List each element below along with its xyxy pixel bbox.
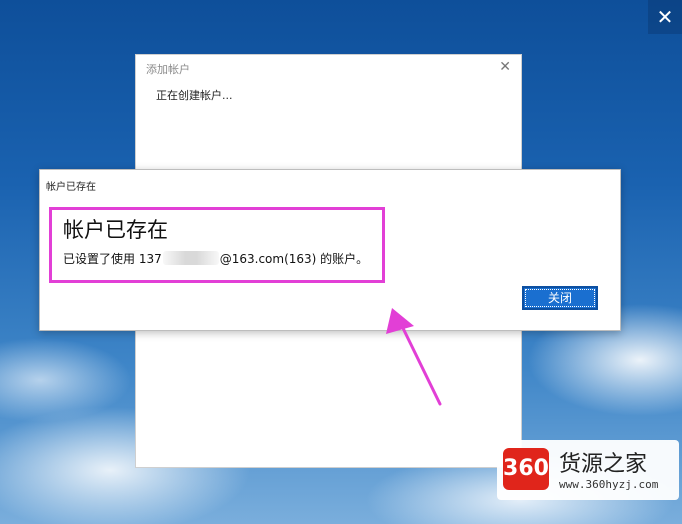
account-exists-dialog: 帐户已存在 帐户已存在 已设置了使用 137 @163.com(163) 的账户。…	[39, 169, 621, 331]
watermark-name: 货源之家	[559, 452, 648, 477]
close-button[interactable]: 关闭	[522, 286, 598, 310]
highlight-box: 帐户已存在 已设置了使用 137 @163.com(163) 的账户。	[49, 207, 385, 283]
message-body-prefix: 已设置了使用 137	[63, 252, 162, 266]
creating-account-status: 正在创建帐户...	[156, 89, 233, 102]
message-body: 已设置了使用 137 @163.com(163) 的账户。	[63, 250, 368, 267]
message-body-suffix: @163.com(163) 的账户。	[219, 252, 369, 266]
redacted-number	[162, 251, 219, 265]
account-exists-dialog-title: 帐户已存在	[46, 182, 96, 193]
watermark-url: www.360hyzj.com	[559, 478, 659, 491]
desktop-background: ✕ 添加帐户 ✕ 正在创建帐户... 帐户已存在 帐户已存在 已设置了使用 13…	[0, 0, 682, 524]
watermark-logo: 360	[503, 448, 549, 490]
add-account-close-icon[interactable]: ✕	[499, 59, 511, 75]
screen-close-icon[interactable]: ✕	[648, 0, 682, 34]
add-account-dialog-title: 添加帐户	[146, 63, 190, 76]
message-heading: 帐户已存在	[63, 218, 168, 242]
watermark: 360 货源之家 www.360hyzj.com	[497, 440, 679, 500]
